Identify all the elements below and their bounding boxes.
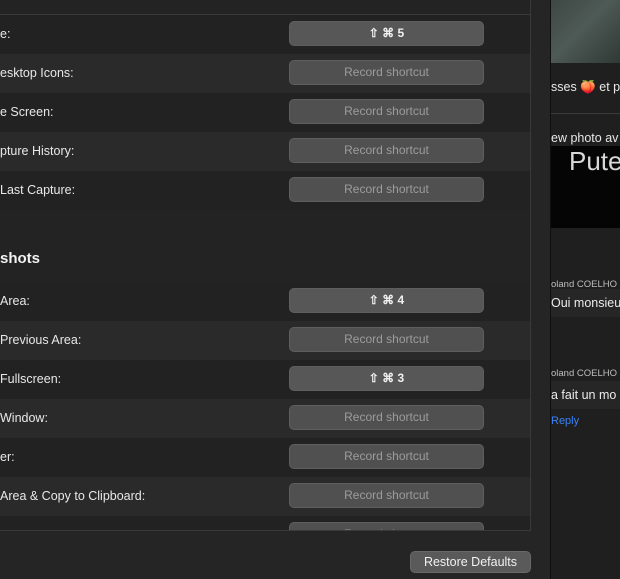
reply-link[interactable]: Reply [551, 415, 579, 427]
chat-image[interactable]: Pute [551, 146, 620, 228]
shortcut-row: Fullscreen: ⇧ ⌘ 3 [0, 360, 530, 399]
record-shortcut-button[interactable]: Record shortcut [289, 138, 484, 163]
shortcut-recorder-button[interactable]: ⇧ ⌘ 4 [289, 288, 484, 313]
shortcut-row: Area & Copy to Clipboard: Record shortcut [0, 477, 530, 516]
shortcut-label: esktop Icons: [0, 66, 74, 80]
shortcut-row: Previous Area: Record shortcut [0, 321, 530, 360]
shortcuts-panel: e: ⇧ ⌘ 5 esktop Icons: Record shortcut e Scr… [0, 0, 531, 531]
settings-window: e: ⇧ ⌘ 5 esktop Icons: Record shortcut e Scr… [0, 0, 551, 579]
shortcut-label: Window: [0, 411, 48, 425]
record-shortcut-button[interactable]: Record shortcut [289, 483, 484, 508]
shortcut-label: Area: [0, 294, 30, 308]
chat-message-text: ew photo av [551, 131, 619, 145]
shortcut-label: pture History: [0, 144, 75, 158]
shortcut-label: e Screen: [0, 105, 54, 119]
record-shortcut-button[interactable]: Record shortcut [289, 522, 484, 530]
chat-message-part: et p [599, 80, 620, 94]
section-title: shots [0, 250, 41, 267]
record-shortcut-button[interactable]: Record shortcut [289, 444, 484, 469]
shortcut-label: er: [0, 450, 15, 464]
shortcut-row: Window: Record shortcut [0, 399, 530, 438]
message-text: Oui monsieur [551, 296, 620, 310]
shortcut-recorder-button[interactable]: ⇧ ⌘ 5 [289, 21, 484, 46]
record-shortcut-button[interactable]: Record shortcut [289, 405, 484, 430]
record-shortcut-button[interactable]: Record shortcut [289, 60, 484, 85]
chat-message-text: sses 🍑 et p [551, 80, 620, 95]
chat-message-part: sses [551, 80, 577, 94]
shortcut-row: Record shortcut [0, 516, 530, 530]
message-text: a fait un mo [551, 388, 617, 402]
shortcut-row: Area: ⇧ ⌘ 4 [0, 282, 530, 321]
shortcut-label: Previous Area: [0, 333, 82, 347]
shortcut-recorder-button[interactable]: ⇧ ⌘ 3 [289, 366, 484, 391]
shortcut-row: er: Record shortcut [0, 438, 530, 477]
chat-image-caption: Pute [569, 146, 620, 176]
record-shortcut-button[interactable]: Record shortcut [289, 177, 484, 202]
record-shortcut-button[interactable]: Record shortcut [289, 99, 484, 124]
restore-defaults-button[interactable]: Restore Defaults [410, 551, 531, 573]
record-shortcut-button[interactable]: Record shortcut [289, 327, 484, 352]
shortcut-row: e Screen: Record shortcut [0, 93, 530, 132]
shortcut-row: Last Capture: Record shortcut [0, 171, 530, 210]
shortcut-label: e: [0, 27, 11, 41]
divider [551, 113, 620, 114]
shortcut-label: Last Capture: [0, 183, 76, 197]
chat-photo[interactable] [551, 0, 620, 63]
shortcut-row: e: ⇧ ⌘ 5 [0, 15, 530, 54]
shortcut-label: Fullscreen: [0, 372, 62, 386]
shortcut-label: Area & Copy to Clipboard: [0, 489, 146, 503]
shortcut-row: esktop Icons: Record shortcut [0, 54, 530, 93]
chat-window: sses 🍑 et p ew photo av Pute oland COELH… [551, 0, 620, 579]
message-author[interactable]: oland COELHO [551, 368, 617, 379]
peach-emoji-icon: 🍑 [580, 80, 596, 94]
shortcut-row: pture History: Record shortcut [0, 132, 530, 171]
